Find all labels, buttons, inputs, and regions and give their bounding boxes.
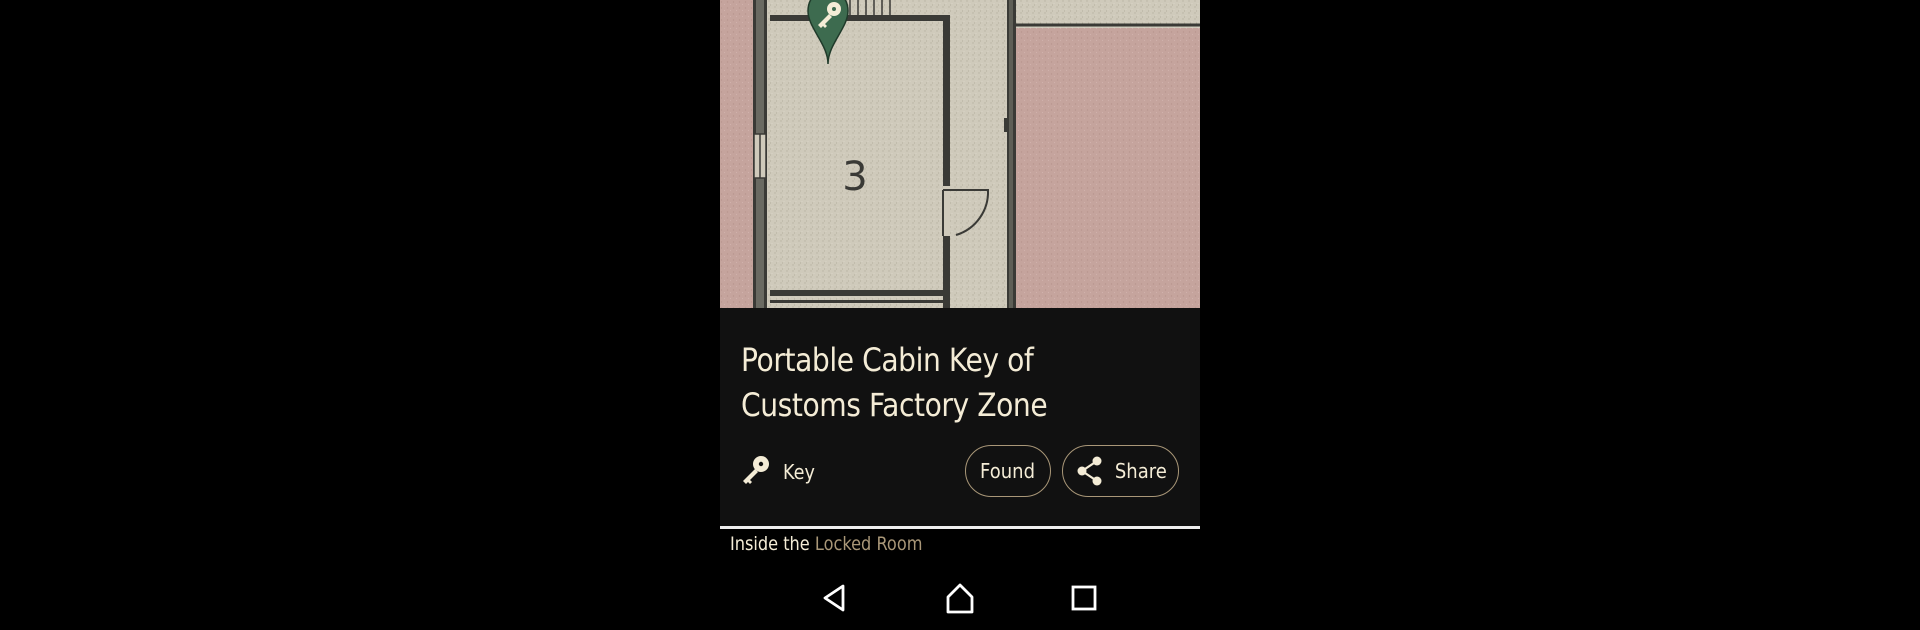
- room-number: 3: [842, 154, 867, 200]
- item-type: Key: [741, 454, 819, 490]
- item-location-description: Inside the Locked Room: [720, 529, 1200, 565]
- share-icon: [1076, 455, 1104, 487]
- map-marker-key[interactable]: [807, 0, 849, 66]
- item-title-line1: Portable Cabin Key of: [741, 341, 1034, 379]
- home-icon[interactable]: [940, 578, 980, 618]
- share-button[interactable]: Share: [1062, 445, 1179, 497]
- app-screen: 3 Portable Cabin Key of Customs Factory …: [720, 0, 1200, 630]
- found-button-label: Found: [980, 459, 1036, 483]
- found-button[interactable]: Found: [965, 445, 1051, 497]
- back-triangle-icon[interactable]: [815, 578, 855, 618]
- share-button-label: Share: [1114, 459, 1167, 483]
- item-type-label: Key: [783, 460, 815, 484]
- recent-apps-icon[interactable]: [1064, 578, 1104, 618]
- item-title: Portable Cabin Key of Customs Factory Zo…: [741, 338, 1111, 428]
- floor-plan-map[interactable]: 3: [720, 0, 1200, 308]
- system-nav-bar: [720, 565, 1200, 630]
- location-prefix: Inside the: [730, 533, 815, 555]
- location-text: Inside the Locked Room: [730, 533, 922, 555]
- locked-room-link[interactable]: Locked Room: [815, 533, 923, 555]
- item-title-line2: Customs Factory Zone: [741, 386, 1048, 424]
- map-view[interactable]: 3: [720, 0, 1200, 308]
- key-icon: [741, 455, 771, 489]
- item-detail-panel: Portable Cabin Key of Customs Factory Zo…: [720, 308, 1200, 529]
